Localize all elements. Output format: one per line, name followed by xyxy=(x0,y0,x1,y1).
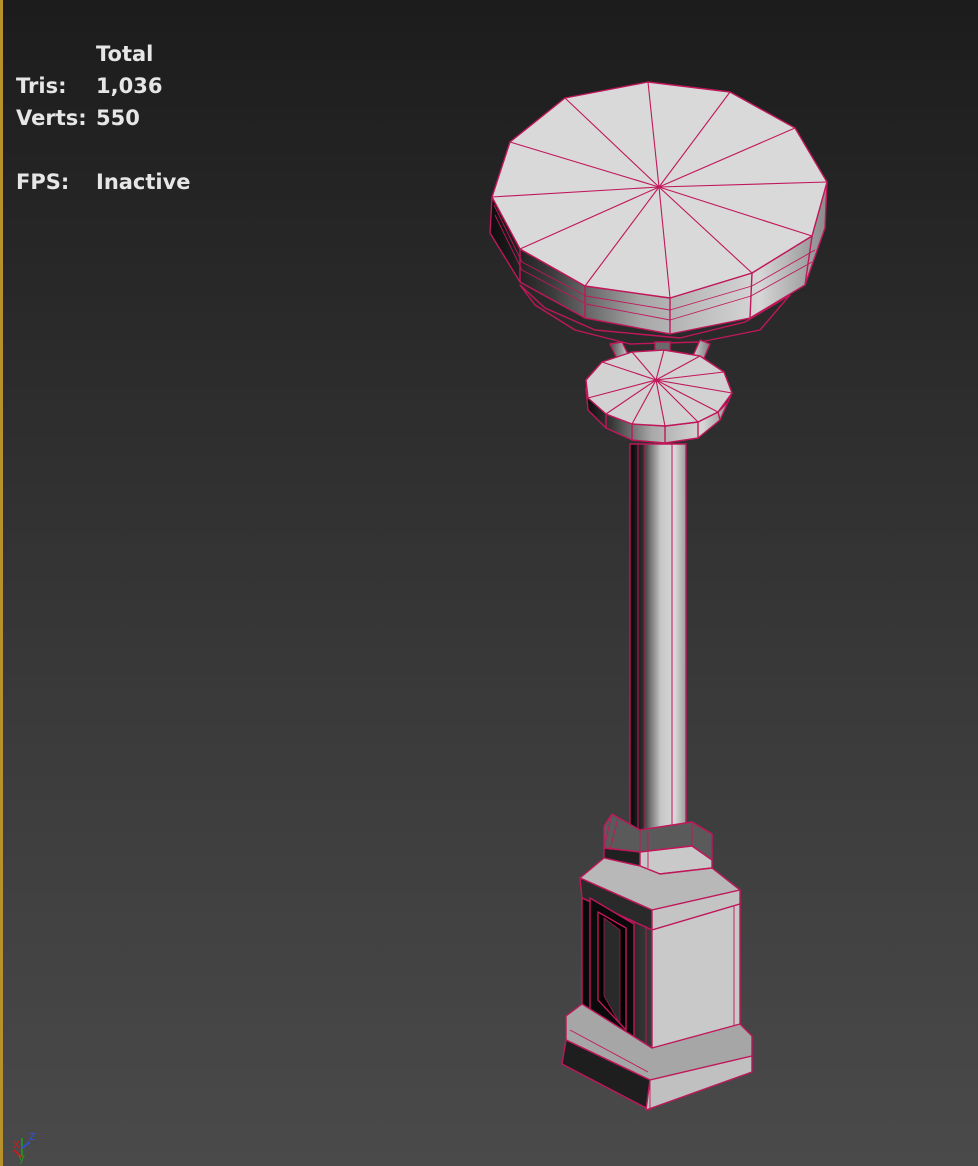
street-lamp-model[interactable] xyxy=(0,0,978,1166)
wireframe-shaded-mesh xyxy=(489,81,828,1111)
axis-x-label: x xyxy=(13,1137,20,1151)
perspective-viewport[interactable]: Total Tris: 1,036 Verts: 550 FPS: Inacti… xyxy=(0,0,978,1166)
axis-gizmo: x y z xyxy=(13,1129,35,1164)
axis-z-label: z xyxy=(29,1129,35,1143)
axis-y-label: y xyxy=(18,1151,25,1164)
